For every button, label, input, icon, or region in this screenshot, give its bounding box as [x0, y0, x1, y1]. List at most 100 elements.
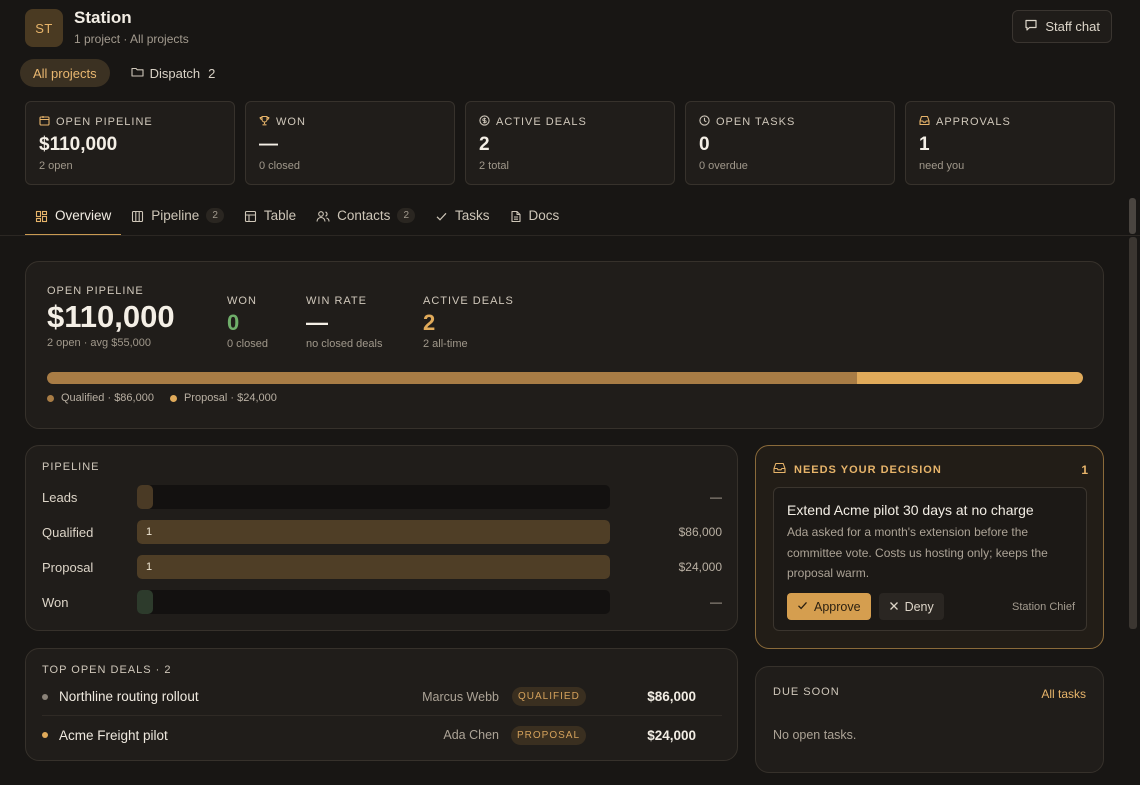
dollar-icon [479, 115, 490, 129]
pipeline-segment-1 [856, 372, 1083, 384]
grid-icon [35, 208, 48, 226]
kpi-label: WON [227, 295, 257, 307]
stage-value: $86,000 [678, 525, 722, 539]
kpi-value: 0 [227, 310, 240, 335]
tab-bar: Overview Pipeline 2 Table Contacts 2 Tas… [25, 200, 1115, 236]
stage-row-qualified[interactable]: Qualified 1 $86,000 [42, 520, 722, 544]
all-tasks-link[interactable]: All tasks [1041, 687, 1086, 701]
kpi-label: ACTIVE DEALS [423, 295, 514, 307]
summary-label: OPEN PIPELINE [47, 285, 144, 297]
stage-track: 1 [137, 520, 610, 544]
page-subtitle: 1 project · All projects [74, 32, 189, 46]
deal-owner: Ada Chen [443, 728, 499, 742]
people-icon [316, 208, 330, 226]
legend-item-qualified: Qualified · $86,000 [47, 392, 154, 404]
folder-icon [131, 66, 144, 81]
approve-button[interactable]: Approve [787, 593, 871, 620]
decision-body: Ada asked for a month's extension before… [787, 525, 1048, 580]
scope-dispatch-count: 2 [208, 65, 216, 81]
summary-won: WON 0 0 closed [227, 295, 268, 350]
stat-card-won[interactable]: WON — 0 closed [245, 101, 455, 185]
pipeline-legend: Qualified · $86,000 Proposal · $24,000 [47, 392, 277, 404]
top-deals-panel: TOP OPEN DEALS · 2 Northline routing rol… [25, 648, 738, 761]
chat-icon [1024, 18, 1038, 35]
tab-docs[interactable]: Docs [500, 200, 570, 236]
scope-dispatch[interactable]: Dispatch 2 [118, 59, 229, 87]
tab-label: Tasks [455, 208, 490, 223]
tab-label: Table [263, 208, 297, 223]
summary-value: $110,000 [47, 299, 175, 334]
decision-actions: Approve Deny Station Chief [787, 593, 1075, 620]
kpi-label: WIN RATE [306, 295, 367, 307]
panel-title: DUE SOON [773, 686, 840, 698]
pipeline-segment-0 [47, 372, 857, 384]
stage-value: — [710, 490, 722, 504]
decision-count: 1 [1081, 462, 1088, 477]
stat-value: 2 [479, 134, 490, 155]
deal-row-acme[interactable]: Acme Freight pilot Ada Chen PROPOSAL $24… [42, 716, 722, 754]
scope-dispatch-label: Dispatch [149, 65, 201, 81]
tab-tasks[interactable]: Tasks [425, 200, 500, 236]
deal-row-northline[interactable]: Northline routing rollout Marcus Webb QU… [42, 678, 722, 716]
scope-all-projects[interactable]: All projects [20, 59, 110, 87]
stat-sub: need you [919, 160, 965, 172]
stat-value: — [259, 134, 278, 155]
stat-value: $110,000 [39, 134, 118, 155]
doc-icon [510, 208, 522, 226]
close-icon [889, 600, 899, 614]
summary-win-rate: WIN RATE — no closed deals [306, 295, 382, 350]
content-scrollbar[interactable] [1129, 237, 1137, 629]
pipeline-stacked-bar [47, 372, 1083, 384]
stat-sub: 2 total [479, 160, 509, 172]
inbox-icon [919, 115, 930, 129]
inbox-icon [773, 462, 786, 477]
kpi-sub: no closed deals [306, 338, 383, 350]
table-icon [244, 208, 257, 226]
stage-track [137, 590, 610, 614]
tab-table[interactable]: Table [234, 200, 306, 236]
stat-card-approvals[interactable]: APPROVALS 1 need you [905, 101, 1115, 185]
tab-count: 2 [206, 208, 224, 223]
scope-all-label: All projects [33, 65, 97, 81]
page-title: Station [74, 8, 132, 27]
scope-filter: All projects Dispatch 2 [20, 59, 228, 87]
pipeline-summary-panel: OPEN PIPELINE $110,000 2 open · avg $55,… [25, 261, 1104, 429]
needs-decision-panel: NEEDS YOUR DECISION 1 Extend Acme pilot … [755, 445, 1104, 649]
kpi-value: — [306, 310, 328, 335]
stage-name: Won [42, 595, 69, 610]
tab-scrollbar[interactable] [1129, 198, 1136, 234]
stage-row-proposal[interactable]: Proposal 1 $24,000 [42, 555, 722, 579]
stage-name: Qualified [42, 525, 94, 540]
deal-amount: $86,000 [647, 689, 696, 704]
tab-overview[interactable]: Overview [25, 200, 122, 236]
summary-sub: 2 open · avg $55,000 [47, 337, 151, 349]
due-soon-panel: DUE SOON All tasks No open tasks. [755, 666, 1104, 773]
deal-stage-badge: PROPOSAL [511, 725, 587, 745]
pipeline-stages-panel: PIPELINE Leads — Qualified 1 $86,000 Pro… [25, 445, 738, 631]
decision-title: Extend Acme pilot 30 days at no charge [787, 502, 1034, 518]
stage-row-leads[interactable]: Leads — [42, 485, 722, 509]
stat-label: WON [276, 116, 306, 128]
kpi-value: 2 [423, 310, 436, 335]
stat-label: OPEN PIPELINE [56, 116, 153, 128]
stat-card-open-tasks[interactable]: OPEN TASKS 0 0 overdue [685, 101, 895, 185]
stat-sub: 2 open [39, 160, 73, 172]
tab-contacts[interactable]: Contacts 2 [306, 200, 425, 236]
stage-row-won[interactable]: Won — [42, 590, 722, 614]
deny-button[interactable]: Deny [878, 593, 944, 620]
stat-cards: OPEN PIPELINE $110,000 2 open WON — 0 cl… [25, 101, 1115, 185]
approve-label: Approve [814, 599, 861, 614]
legend-dot [47, 394, 54, 402]
stage-name: Leads [42, 490, 78, 505]
deal-stage-badge: QUALIFIED [512, 687, 586, 706]
deal-amount: $24,000 [647, 727, 696, 743]
stage-value: — [710, 595, 722, 609]
stage-fill [137, 590, 153, 614]
app-header: ST Station 1 project · All projects Staf… [25, 8, 1115, 48]
tab-pipeline[interactable]: Pipeline 2 [121, 200, 234, 236]
deal-name: Northline routing rollout [59, 689, 199, 704]
staff-chat-button[interactable]: Staff chat [1012, 10, 1112, 43]
panel-title: PIPELINE [42, 461, 100, 473]
stat-card-active-deals[interactable]: ACTIVE DEALS 2 2 total [465, 101, 675, 185]
stat-card-open-pipeline[interactable]: OPEN PIPELINE $110,000 2 open [25, 101, 235, 185]
